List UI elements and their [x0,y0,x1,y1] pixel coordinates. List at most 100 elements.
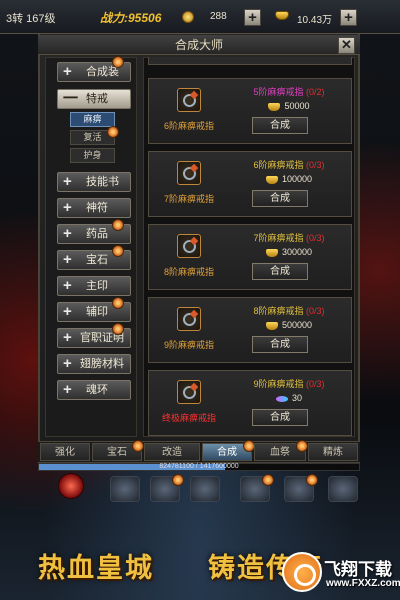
collapse-icon: 一 [63,90,79,107]
cost: 50000 [229,101,349,111]
material-count: (0/3) [306,233,325,243]
expand-icon: + [63,199,72,216]
banner-text-left: 热血皇城 [38,553,154,583]
ring-item-slot[interactable] [177,234,201,258]
material-count: (0/2) [306,87,325,97]
notification-badge-icon [112,219,124,231]
gold-amount: 288 [210,11,227,22]
category-talisman[interactable]: + 神符 [57,198,131,218]
tab-modify[interactable]: 改造 [144,443,200,461]
category-label: 技能书 [86,176,119,188]
category-skill-book[interactable]: + 技能书 [57,172,131,192]
category-main-seal[interactable]: + 主印 [57,276,131,296]
material-name: 8阶麻痹戒指 [253,306,304,316]
notification-badge-icon [262,474,274,486]
ring-item-slot[interactable] [177,161,201,185]
result-item-name: 8阶麻痹戒指 [163,267,214,277]
notification-badge-icon [112,323,124,335]
category-wing-material[interactable]: + 翅膀材料 [57,354,131,374]
ingot-icon [265,175,278,184]
category-label: 药品 [86,228,108,240]
panel-title: 合成大师 [38,35,360,55]
notification-badge-icon [112,245,124,257]
required-material: 5阶麻痹戒指 (0/2) [229,85,349,98]
expand-icon: + [63,355,72,372]
ingot-amount: 10.43万 [297,15,333,26]
combine-button[interactable]: 合成 [252,336,308,353]
category-soul-ring[interactable]: + 魂环 [57,380,131,400]
watermark-url: www.FXXZ.com [326,578,400,589]
material-name: 6阶麻痹戒指 [253,160,304,170]
add-gold-button[interactable]: + [244,9,261,26]
result-item-name: 终极麻痹戒指 [161,413,216,423]
recipe-card: 7阶麻痹戒指 6阶麻痹戒指 (0/3) 100000 合成 [148,151,352,217]
close-panel-button[interactable]: ✕ [338,37,355,54]
notification-badge-icon [112,297,124,309]
watermark-logo: 飞翔下载 www.FXXZ.com [282,552,400,596]
cost: 100000 [229,174,349,184]
category-label: 翅膀材料 [80,358,124,370]
required-material: 9阶麻痹戒指 (0/3) [229,377,349,390]
combine-button[interactable]: 合成 [252,263,308,280]
hp-orb-icon [58,473,84,499]
cost-value: 30 [291,393,302,403]
category-label: 特戒 [86,93,108,105]
expand-icon: + [63,225,72,242]
material-name: 7阶麻痹戒指 [253,233,304,243]
subitem-paralysis[interactable]: 麻痹 [70,112,115,127]
ingot-icon [268,102,281,111]
material-name: 5阶麻痹戒指 [253,87,304,97]
add-ingot-button[interactable]: + [340,9,357,26]
combine-button[interactable]: 合成 [252,117,308,134]
ingot-icon [275,11,289,20]
result-item-name: 9阶麻痹戒指 [163,340,214,350]
notification-badge-icon [112,56,124,68]
combine-button[interactable]: 合成 [252,409,308,426]
category-label: 辅印 [86,306,108,318]
category-label: 宝石 [86,254,108,266]
tab-enhance[interactable]: 强化 [40,443,90,461]
notification-badge-icon [107,126,119,138]
combine-button[interactable]: 合成 [252,190,308,207]
expand-icon: + [63,63,72,80]
notification-badge-icon [172,474,184,486]
result-item-name: 7阶麻痹戒指 [163,194,214,204]
required-material: 6阶麻痹戒指 (0/3) [229,158,349,171]
ingot-icon [265,248,278,257]
notification-badge-icon [306,474,318,486]
required-material: 8阶麻痹戒指 (0/3) [229,304,349,317]
recipe-card: 9阶麻痹戒指 8阶麻痹戒指 (0/3) 500000 合成 [148,297,352,363]
tab-refine[interactable]: 精炼 [308,443,358,461]
category-special-ring[interactable]: 一特戒 [57,89,131,109]
helmet-icon[interactable] [190,476,220,502]
player-level: 3转 167级 [6,13,56,25]
recipe-card-partial [148,57,352,65]
gold-coin-icon [182,11,194,23]
expand-icon: + [63,381,72,398]
experience-text: 824781100 / 1417600000 [159,463,239,470]
material-name: 9阶麻痹戒指 [253,379,304,389]
category-label: 魂环 [86,384,108,396]
logo-circle-icon [282,552,322,592]
recipe-card: 终极麻痹戒指 9阶麻痹戒指 (0/3) 30 合成 [148,370,352,436]
ingot-icon [265,321,278,330]
watermark-name: 飞翔下载 [324,560,392,579]
recipe-card: 6阶麻痹戒指 5阶麻痹戒指 (0/2) 50000 合成 [148,78,352,144]
cost-value: 300000 [281,247,313,257]
expand-icon: + [63,173,72,190]
cost: 30 [229,393,349,403]
camera-icon[interactable] [328,476,358,502]
material-count: (0/3) [306,306,325,316]
ring-item-slot[interactable] [177,380,201,404]
skill-icon[interactable] [110,476,140,502]
material-count: (0/3) [306,160,325,170]
cost-value: 50000 [284,101,310,111]
subitem-protect[interactable]: 护身 [70,148,115,163]
ring-item-slot[interactable] [177,88,201,112]
expand-icon: + [63,329,72,346]
ring-item-slot[interactable] [177,307,201,331]
category-label: 主印 [86,280,108,292]
material-count: (0/3) [306,379,325,389]
notification-badge-icon [132,440,144,452]
expand-icon: + [63,251,72,268]
